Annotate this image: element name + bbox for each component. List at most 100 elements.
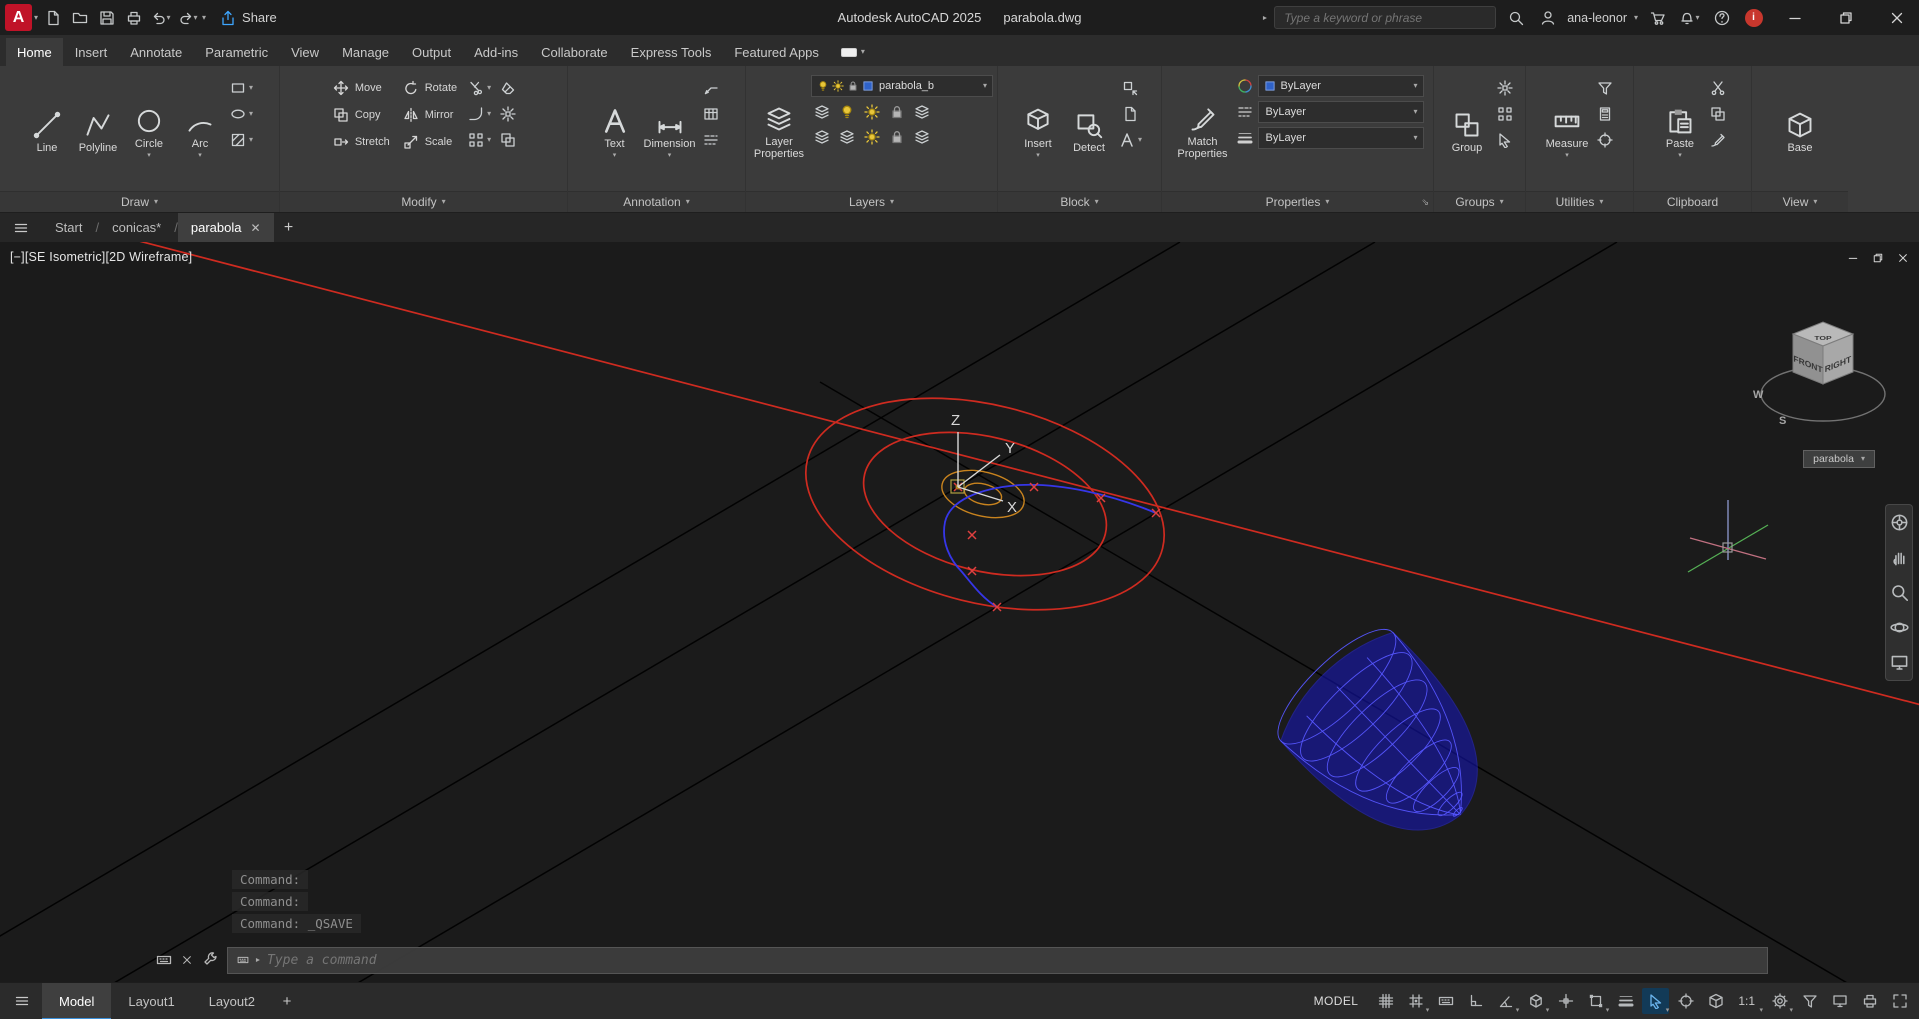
polyline-tool-button[interactable]: Polyline — [74, 69, 122, 191]
viewport-restore-icon[interactable] — [1872, 252, 1884, 264]
user-name[interactable]: ana-leonor — [1567, 11, 1627, 25]
panel-label-utilities[interactable]: Utilities▾ — [1526, 191, 1633, 212]
scale-tool-button[interactable]: Scale — [398, 130, 462, 153]
move-tool-button[interactable]: Move — [328, 76, 395, 99]
tab-manage[interactable]: Manage — [331, 38, 400, 66]
erase-tool-button[interactable] — [497, 77, 519, 98]
panel-label-modify[interactable]: Modify▾ — [280, 191, 567, 212]
layout-menu-button[interactable] — [2, 983, 42, 1019]
panel-label-view[interactable]: View▾ — [1752, 191, 1848, 212]
layer-lock-button[interactable] — [886, 101, 908, 122]
layer-sun-icon[interactable] — [832, 80, 844, 92]
close-tab-icon[interactable]: ✕ — [250, 221, 260, 235]
layer-properties-button[interactable]: Layer Properties — [750, 69, 808, 191]
measure-caret-icon[interactable]: ▾ — [1565, 153, 1569, 158]
ribbon-display-caret-icon[interactable]: ▾ — [861, 48, 865, 56]
arc-caret-icon[interactable]: ▾ — [198, 153, 202, 158]
isometric-drafting-toggle[interactable]: ▾ — [1522, 988, 1549, 1014]
layer-previous-button[interactable] — [911, 126, 933, 147]
command-close-icon[interactable] — [181, 954, 193, 966]
minimize-button[interactable] — [1773, 0, 1817, 35]
ortho-mode-toggle[interactable] — [1462, 988, 1489, 1014]
tab-featured-apps[interactable]: Featured Apps — [723, 38, 830, 66]
rotate-tool-button[interactable]: Rotate — [398, 76, 462, 99]
layer-select-caret-icon[interactable]: ▾ — [983, 82, 987, 90]
hatch-caret-icon[interactable]: ▾ — [249, 136, 253, 144]
circle-tool-button[interactable]: Circle▾ — [125, 69, 173, 191]
viewport-close-icon[interactable] — [1897, 252, 1909, 264]
layer-bulb-icon[interactable] — [817, 80, 829, 92]
viewport-minimize-icon[interactable] — [1847, 252, 1859, 264]
search-input[interactable] — [1284, 11, 1486, 25]
notifications-button[interactable]: ▾ — [1677, 4, 1702, 31]
tab-home[interactable]: Home — [6, 38, 63, 66]
drawing-area[interactable]: Z Y X [−][SE Isome — [0, 242, 1919, 982]
3d-object-snap-toggle[interactable] — [1672, 988, 1699, 1014]
workspace-switching-button[interactable]: ▾ — [1766, 988, 1793, 1014]
define-attributes-button[interactable]: ▾ — [1116, 129, 1145, 150]
pan-icon[interactable] — [1890, 548, 1909, 567]
tab-collaborate[interactable]: Collaborate — [530, 38, 619, 66]
assistant-button[interactable]: i — [1741, 4, 1766, 31]
tab-output[interactable]: Output — [401, 38, 462, 66]
array-caret-icon[interactable]: ▾ — [487, 136, 491, 144]
graphics-performance-button[interactable] — [1826, 988, 1853, 1014]
line-tool-button[interactable]: Line — [23, 69, 71, 191]
lineweight-display-toggle[interactable] — [1612, 988, 1639, 1014]
ellipse-tool-button[interactable]: ▾ — [227, 103, 256, 124]
annotation-monitor-toggle[interactable] — [1796, 988, 1823, 1014]
app-menu-caret-icon[interactable]: ▾ — [34, 14, 38, 22]
orbit-icon[interactable] — [1890, 618, 1909, 637]
undo-caret-icon[interactable]: ▾ — [167, 14, 171, 22]
redo-caret-icon[interactable]: ▾ — [194, 14, 198, 22]
text-tool-button[interactable]: Text▾ — [591, 69, 639, 191]
offset-tool-button[interactable] — [497, 129, 519, 150]
plot-status-button[interactable] — [1856, 988, 1883, 1014]
orange-circles[interactable] — [937, 462, 1029, 525]
color-caret-icon[interactable]: ▾ — [1413, 82, 1417, 90]
dynamic-input-toggle[interactable] — [1432, 988, 1459, 1014]
layout1-tab[interactable]: Layout1 — [111, 983, 191, 1019]
panel-label-draw[interactable]: Draw▾ — [0, 191, 279, 212]
paste-caret-icon[interactable]: ▾ — [1678, 153, 1682, 158]
tab-insert[interactable]: Insert — [64, 38, 119, 66]
linetype-caret-icon[interactable]: ▾ — [1413, 108, 1417, 116]
snap-caret-icon[interactable]: ▾ — [1426, 1006, 1430, 1014]
file-tab-start[interactable]: Start — [42, 213, 95, 243]
circle-caret-icon[interactable]: ▾ — [147, 153, 151, 158]
layer-on-button[interactable] — [811, 126, 833, 147]
show-motion-icon[interactable] — [1890, 653, 1909, 672]
annotation-scale-select[interactable]: 1:1▾ — [1732, 988, 1763, 1014]
command-input-strip[interactable]: ▾ — [227, 947, 1768, 974]
create-block-button[interactable] — [1116, 77, 1145, 98]
new-file-button[interactable] — [40, 4, 65, 31]
panel-label-properties[interactable]: Properties▾ — [1162, 191, 1433, 212]
insert-caret-icon[interactable]: ▾ — [1036, 153, 1040, 158]
copy-clip-button[interactable] — [1707, 103, 1729, 124]
panel-label-clipboard[interactable]: Clipboard — [1634, 191, 1751, 212]
layer-thaw-button[interactable] — [861, 126, 883, 147]
group-selection-toggle[interactable] — [1494, 129, 1516, 150]
arc-tool-button[interactable]: Arc▾ — [176, 69, 224, 191]
panel-label-block[interactable]: Block▾ — [998, 191, 1161, 212]
measure-button[interactable]: Measure▾ — [1543, 69, 1591, 191]
match-props-small-button[interactable] — [1707, 129, 1729, 150]
array-tool-button[interactable]: ▾ — [465, 129, 494, 150]
new-layout-button[interactable]: + — [272, 983, 302, 1019]
detect-button[interactable]: Detect — [1065, 69, 1113, 191]
id-point-button[interactable] — [1594, 129, 1616, 150]
notifications-caret-icon[interactable]: ▾ — [1695, 14, 1699, 22]
layer-freeze-button[interactable] — [861, 101, 883, 122]
quick-select-button[interactable] — [1594, 77, 1616, 98]
qat-customize-caret-icon[interactable]: ▾ — [202, 14, 206, 22]
layer-select[interactable]: parabola_b ▾ — [811, 75, 993, 97]
layer-unisolate-button[interactable] — [836, 126, 858, 147]
plot-button[interactable] — [121, 4, 146, 31]
full-navigation-wheel-icon[interactable] — [1890, 513, 1909, 532]
command-caret-icon[interactable]: ▾ — [254, 958, 262, 962]
iso-caret-icon[interactable]: ▾ — [1546, 1006, 1550, 1014]
search-button[interactable] — [1503, 4, 1528, 31]
compass-south-label[interactable]: S — [1779, 415, 1786, 427]
trim-tool-button[interactable]: ▾ — [465, 77, 494, 98]
command-input[interactable] — [267, 953, 1758, 968]
